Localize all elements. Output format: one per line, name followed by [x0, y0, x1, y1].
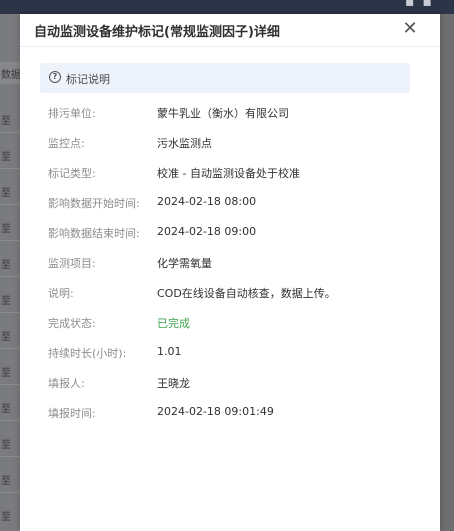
detail-dialog: 自动监测设备维护标记(常规监测因子)详细 ✕ ? 标记说明 排污单位: 蒙牛乳业（… [20, 14, 440, 531]
field-label: 填报时间: [48, 407, 96, 420]
question-circle-icon: ? [49, 71, 61, 83]
field-value: 化学需氧量 [157, 257, 212, 270]
background-row-fragment: 至 [1, 224, 11, 235]
legend-bar[interactable]: ? 标记说明 [40, 63, 410, 93]
background-header-fragment: 数据 [1, 70, 20, 81]
topbar-icons: ▪▪ [405, 0, 440, 10]
field-label: 影响数据结束时间: [48, 227, 140, 240]
background-row-fragment: 至 [1, 332, 11, 343]
field-value: 1.01 [157, 345, 182, 358]
background-row-fragment: 至 [1, 512, 11, 523]
field-label: 排污单位: [48, 107, 96, 120]
background-row-divider [0, 168, 20, 169]
background-row-fragment: 至 [1, 296, 11, 307]
background-row-fragment: 至 [1, 152, 11, 163]
detail-row: 监控点: 污水监测点 [48, 135, 428, 165]
field-value: COD在线设备自动核查，数据上传。 [157, 287, 336, 300]
background-row-divider [0, 456, 20, 457]
background-table-edge: 数据 至 至 至 至 至 至 至 至 至 至 至 至 [0, 14, 20, 531]
background-row-divider [0, 240, 20, 241]
field-label: 监测项目: [48, 257, 96, 270]
field-value: 校准 - 自动监测设备处于校准 [157, 167, 300, 180]
background-row-divider [0, 312, 20, 313]
background-row-fragment: 至 [1, 440, 11, 451]
dialog-title: 自动监测设备维护标记(常规监测因子)详细 [34, 25, 280, 40]
field-value: 已完成 [157, 317, 190, 330]
detail-row: 排污单位: 蒙牛乳业（衡水）有限公司 [48, 105, 428, 135]
dialog-header: 自动监测设备维护标记(常规监测因子)详细 ✕ [20, 14, 440, 47]
background-row-fragment: 至 [1, 116, 11, 127]
detail-row: 填报人: 王晓龙 [48, 375, 428, 405]
background-row-divider [0, 348, 20, 349]
field-label: 完成状态: [48, 317, 96, 330]
background-row-divider [0, 276, 20, 277]
background-row-divider [0, 420, 20, 421]
detail-row: 说明: COD在线设备自动核查，数据上传。 [48, 285, 428, 315]
field-value: 2024-02-18 08:00 [157, 195, 257, 208]
detail-row: 完成状态: 已完成 [48, 315, 428, 345]
field-value: 2024-02-18 09:01:49 [157, 405, 274, 418]
background-row-fragment: 至 [1, 368, 11, 379]
background-row-fragment: 至 [1, 476, 11, 487]
field-label: 监控点: [48, 137, 85, 150]
legend-text: 标记说明 [66, 73, 110, 86]
detail-row: 标记类型: 校准 - 自动监测设备处于校准 [48, 165, 428, 195]
background-row-fragment: 至 [1, 404, 11, 415]
field-label: 说明: [48, 287, 74, 300]
background-row-divider [0, 492, 20, 493]
field-label: 持续时长(小时): [48, 347, 127, 360]
background-right-edge [440, 14, 454, 531]
detail-row: 填报时间: 2024-02-18 09:01:49 [48, 405, 428, 435]
background-row-divider [0, 204, 20, 205]
detail-fields: 排污单位: 蒙牛乳业（衡水）有限公司监控点: 污水监测点标记类型: 校准 - 自动监测… [48, 105, 428, 435]
field-value: 污水监测点 [157, 137, 212, 150]
field-label: 影响数据开始时间: [48, 197, 140, 210]
background-row-divider [0, 384, 20, 385]
field-value: 蒙牛乳业（衡水）有限公司 [157, 107, 289, 120]
field-label: 标记类型: [48, 167, 96, 180]
background-row-fragment: 至 [1, 188, 11, 199]
background-topbar: ▪▪ [0, 0, 454, 14]
field-value: 2024-02-18 09:00 [157, 225, 257, 238]
background-row-divider [0, 132, 20, 133]
background-row-fragment: 至 [1, 260, 11, 271]
detail-row: 持续时长(小时): 1.01 [48, 345, 428, 375]
detail-row: 监测项目: 化学需氧量 [48, 255, 428, 285]
field-value: 王晓龙 [157, 377, 190, 390]
detail-row: 影响数据开始时间: 2024-02-18 08:00 [48, 195, 428, 225]
field-label: 填报人: [48, 377, 85, 390]
detail-row: 影响数据结束时间: 2024-02-18 09:00 [48, 225, 428, 255]
close-icon[interactable]: ✕ [400, 18, 420, 40]
